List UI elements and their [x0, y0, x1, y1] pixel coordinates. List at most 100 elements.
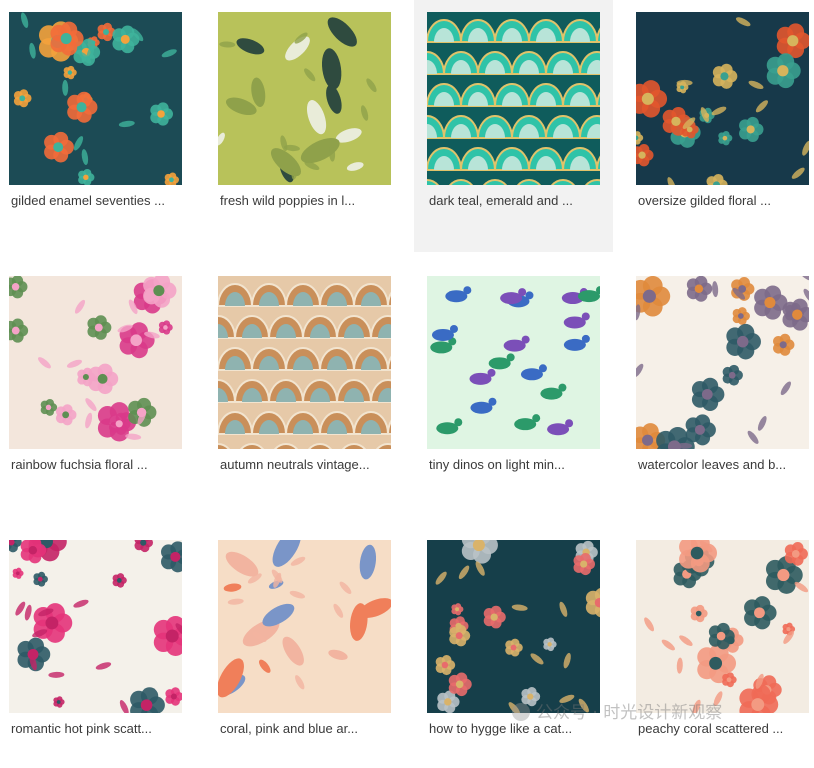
- pattern-motif: [680, 85, 685, 90]
- pattern-motif: [641, 92, 654, 105]
- pattern-motif: [558, 383, 567, 392]
- pattern-motif: [642, 434, 654, 446]
- pattern-thumbnail[interactable]: [636, 276, 809, 449]
- pattern-motif: [527, 693, 534, 700]
- pattern-motif: [140, 699, 153, 711]
- pattern-motif: [170, 693, 177, 700]
- pattern-motif: [521, 335, 530, 344]
- pattern-image: [636, 12, 809, 185]
- pattern-motif: [525, 291, 534, 300]
- pattern-image: [218, 276, 391, 449]
- pattern-card[interactable]: rainbow fuchsia floral ...: [0, 264, 199, 504]
- pattern-caption[interactable]: dark teal, emerald and ...: [429, 193, 599, 209]
- pattern-motif: [764, 296, 776, 309]
- pattern-motif: [694, 424, 705, 435]
- pattern-motif: [463, 286, 472, 295]
- pattern-motif: [638, 151, 646, 159]
- pattern-motif: [56, 700, 61, 704]
- pattern-thumbnail[interactable]: [9, 12, 182, 185]
- pattern-motif: [676, 79, 693, 86]
- pattern-caption[interactable]: romantic hot pink scatt...: [11, 721, 181, 737]
- pattern-motif: [736, 335, 749, 348]
- pattern-motif: [547, 642, 552, 647]
- pattern-motif: [454, 418, 463, 427]
- pattern-card[interactable]: fresh wild poppies in l...: [209, 0, 408, 240]
- pattern-caption[interactable]: coral, pink and blue ar...: [220, 721, 390, 737]
- pattern-motif: [45, 616, 59, 630]
- pattern-caption[interactable]: rainbow fuchsia floral ...: [11, 457, 181, 473]
- pattern-caption[interactable]: oversize gilded floral ...: [638, 193, 808, 209]
- pattern-motif: [565, 419, 574, 428]
- pattern-motif: [67, 70, 73, 75]
- pattern-motif: [169, 177, 174, 183]
- pattern-motif: [449, 324, 458, 333]
- pattern-motif: [165, 629, 179, 643]
- pattern-motif: [518, 288, 527, 297]
- pattern-motif: [94, 323, 103, 332]
- pattern-thumbnail[interactable]: [9, 540, 182, 713]
- pattern-motif: [690, 546, 704, 560]
- pattern-thumbnail[interactable]: [427, 12, 600, 185]
- pattern-motif: [581, 312, 590, 321]
- pattern-caption[interactable]: gilded enamel seventies ...: [11, 193, 181, 209]
- pattern-motif: [116, 578, 122, 583]
- pattern-motif: [97, 373, 108, 384]
- pattern-caption[interactable]: fresh wild poppies in l...: [220, 193, 390, 209]
- pattern-card[interactable]: romantic hot pink scatt...: [0, 528, 199, 768]
- pattern-motif: [490, 613, 498, 621]
- pattern-motif: [130, 334, 142, 347]
- pattern-motif: [455, 607, 460, 612]
- pattern-card[interactable]: oversize gilded floral ...: [627, 0, 814, 240]
- pattern-motif: [777, 65, 789, 77]
- pattern-motif: [510, 644, 517, 651]
- pattern-motif: [538, 364, 547, 373]
- pattern-thumbnail[interactable]: [636, 12, 809, 185]
- pattern-motif: [671, 116, 681, 127]
- pattern-card[interactable]: how to hygge like a cat...: [418, 528, 617, 768]
- pattern-thumbnail[interactable]: [9, 276, 182, 449]
- pattern-motif: [792, 309, 803, 320]
- pattern-motif: [786, 627, 791, 632]
- pattern-motif: [153, 285, 165, 297]
- pattern-thumbnail[interactable]: [427, 540, 600, 713]
- pattern-motif: [506, 353, 515, 362]
- pattern-thumbnail[interactable]: [636, 540, 809, 713]
- pattern-thumbnail[interactable]: [218, 12, 391, 185]
- pattern-motif: [779, 341, 787, 349]
- pattern-card[interactable]: coral, pink and blue ar...: [209, 528, 408, 768]
- pattern-caption[interactable]: watercolor leaves and b...: [638, 457, 808, 473]
- pattern-thumbnail[interactable]: [218, 276, 391, 449]
- pattern-card[interactable]: autumn neutrals vintage...: [209, 264, 408, 504]
- pattern-thumbnail[interactable]: [218, 540, 391, 713]
- pattern-motif: [695, 610, 702, 617]
- pattern-image: [9, 276, 182, 449]
- pattern-motif: [642, 289, 656, 303]
- pattern-motif: [163, 325, 168, 330]
- pattern-motif: [120, 34, 130, 44]
- pattern-card-hovered[interactable]: dark teal, emerald and ...: [414, 0, 613, 252]
- pattern-image: [427, 276, 600, 449]
- pattern-motif: [709, 656, 723, 670]
- pattern-motif: [441, 661, 449, 669]
- pattern-card[interactable]: peachy coral scattered ...: [627, 528, 814, 768]
- pattern-thumbnail[interactable]: [427, 276, 600, 449]
- pattern-image: [427, 12, 600, 185]
- pattern-motif: [754, 607, 765, 619]
- pattern-caption[interactable]: tiny dinos on light min...: [429, 457, 599, 473]
- pattern-motif: [791, 550, 800, 558]
- pattern-motif: [728, 371, 736, 379]
- pattern-card[interactable]: watercolor leaves and b...: [627, 264, 814, 504]
- pattern-motif: [746, 125, 755, 134]
- pattern-motif: [716, 631, 726, 641]
- pattern-motif: [60, 33, 72, 45]
- pattern-motif: [45, 404, 52, 411]
- pattern-motif: [83, 174, 89, 181]
- watermark-text: 公众号 · 时光设计新观察: [536, 703, 723, 723]
- pattern-motif: [444, 698, 452, 706]
- pattern-caption[interactable]: autumn neutrals vintage...: [220, 457, 390, 473]
- pattern-motif: [76, 102, 87, 113]
- pattern-motif: [16, 571, 20, 576]
- pattern-card[interactable]: gilded enamel seventies ...: [0, 0, 199, 240]
- pattern-motif: [726, 677, 732, 683]
- pattern-card[interactable]: tiny dinos on light min...: [418, 264, 617, 504]
